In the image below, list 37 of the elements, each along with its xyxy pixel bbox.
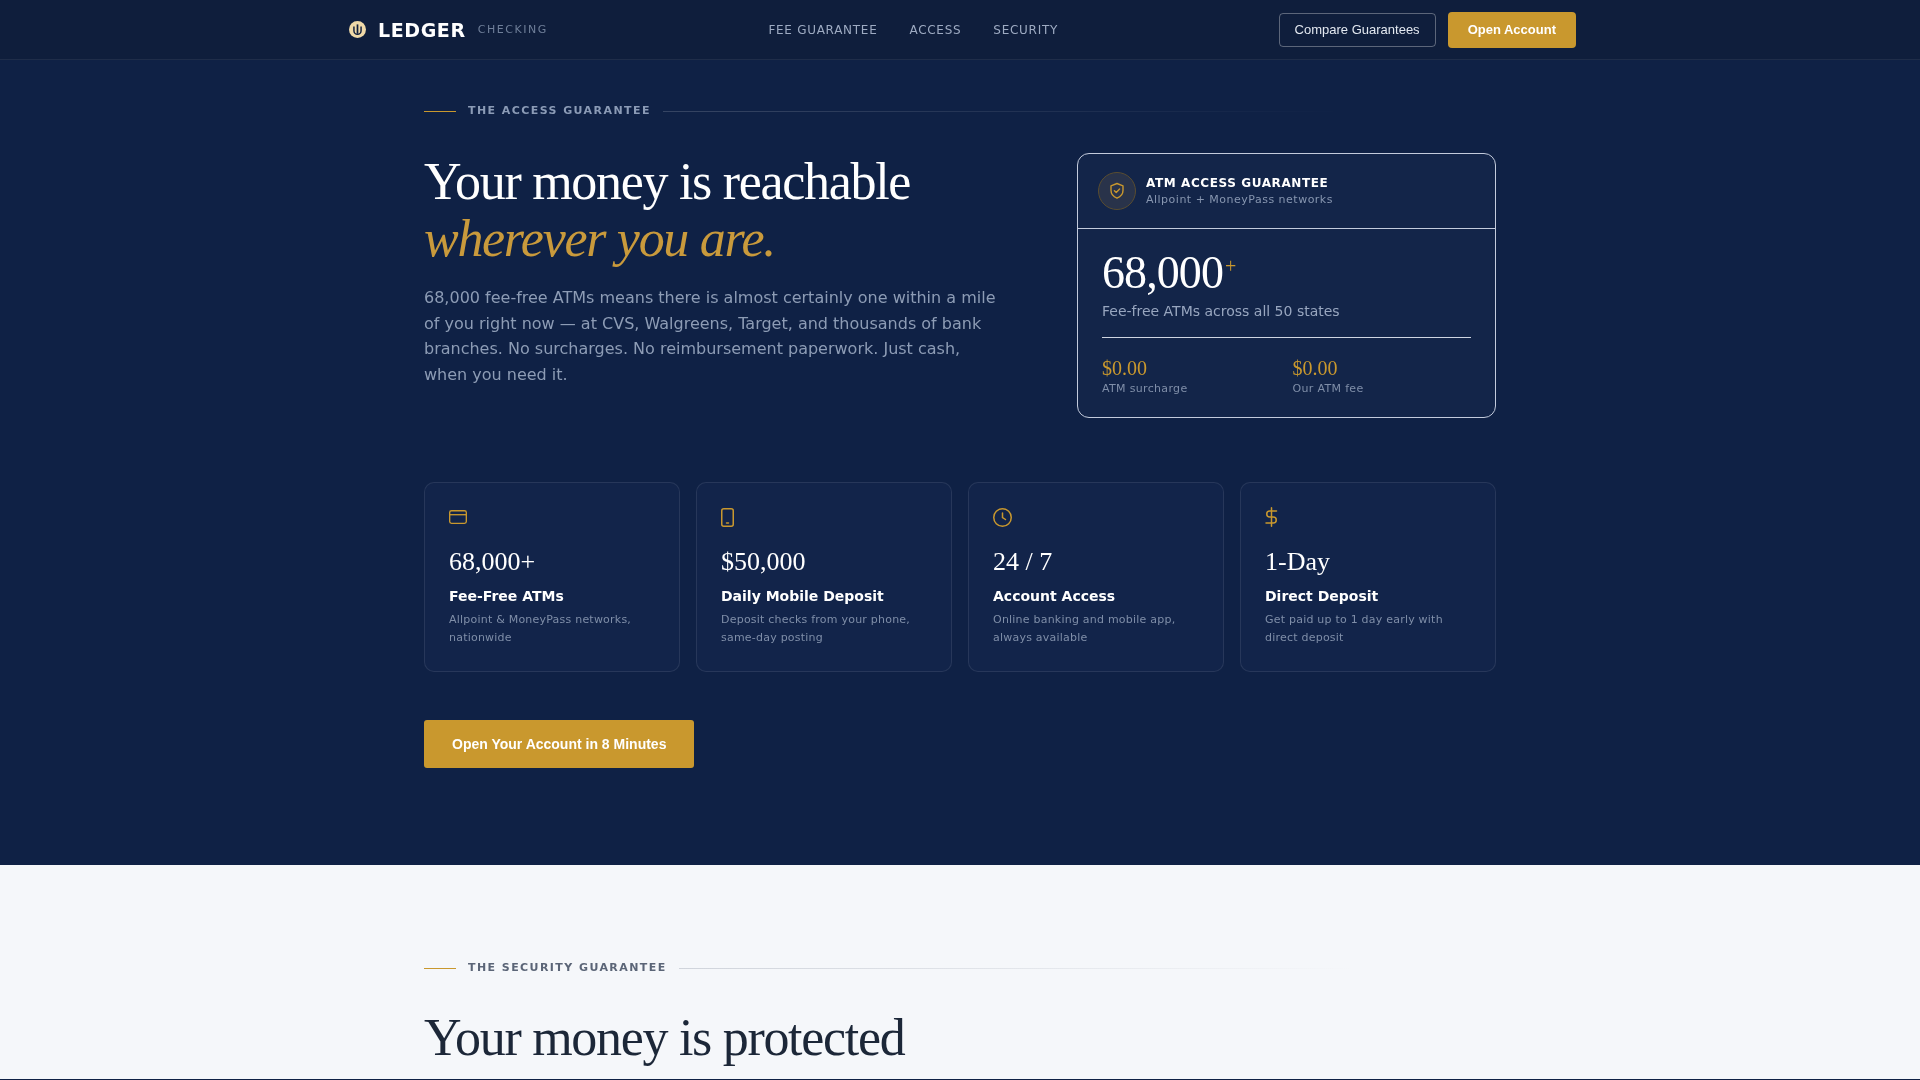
feature-title: Account Access	[993, 587, 1117, 606]
feature-description: Get paid up to 1 day early with direct deposit	[1265, 612, 1444, 646]
feature-description: Online banking and mobile app, always available	[993, 612, 1177, 646]
feature-title: Fee-Free ATMs	[449, 587, 565, 606]
feature-figure: 1-Day	[1265, 546, 1331, 577]
feature-figure: $50,000	[721, 546, 807, 577]
hero-headline: Your money is reachable wherever you are.	[424, 153, 912, 267]
feature-description: Deposit checks from your phone, same-day posting	[721, 612, 912, 646]
feature-title: Daily Mobile Deposit	[721, 587, 885, 606]
brand-logo-icon	[349, 21, 366, 38]
feature-figure: 68,000+	[449, 546, 537, 577]
fee-label: ATM surcharge	[1102, 381, 1189, 397]
clock-icon	[993, 507, 1012, 527]
fee-amount: $0.00	[1292, 356, 1339, 380]
phone-icon	[721, 507, 734, 527]
section-eyebrow: THE ACCESS GUARANTEE	[468, 104, 651, 118]
secondary-button[interactable]: Compare Guarantees	[1278, 12, 1436, 47]
fee-amount: $0.00	[1102, 356, 1148, 380]
card-subtitle: Allpoint + MoneyPass networks	[1146, 192, 1333, 207]
product-label: CHECKING	[477, 22, 548, 37]
section-eyebrow: THE SECURITY GUARANTEE	[468, 961, 667, 975]
hero-description: 68,000 fee-free ATMs means there is almost certainly one within a mile of you right now — at CVS, Walgreens, Target, and thousands of bank branches. No surcharges. No reimbursement paperwork. Just cash, when you need it.	[424, 287, 997, 386]
fee-label: Our ATM fee	[1292, 381, 1365, 397]
feature-description: Allpoint & MoneyPass networks, nationwide	[449, 612, 633, 646]
nav-link[interactable]: FEE GUARANTEE	[768, 21, 878, 38]
atm-count: 68,000$^{+}$	[1102, 250, 1238, 296]
card-title: ATM ACCESS GUARANTEE	[1146, 175, 1330, 191]
nav-link[interactable]: ACCESS	[909, 21, 962, 38]
feature-title: Direct Deposit	[1265, 587, 1380, 606]
section-headline: Your money is protected	[424, 1009, 906, 1066]
dollar-sign-icon	[1265, 507, 1278, 527]
credit-card-icon	[449, 510, 467, 524]
feature-figure: 24 / 7	[993, 546, 1054, 577]
shield-check-icon	[1098, 172, 1136, 210]
brand-name: LEDGER	[378, 17, 466, 42]
nav-link[interactable]: SECURITY	[993, 21, 1059, 38]
atm-count-caption: Fee-free ATMs across all 50 states	[1102, 302, 1341, 321]
